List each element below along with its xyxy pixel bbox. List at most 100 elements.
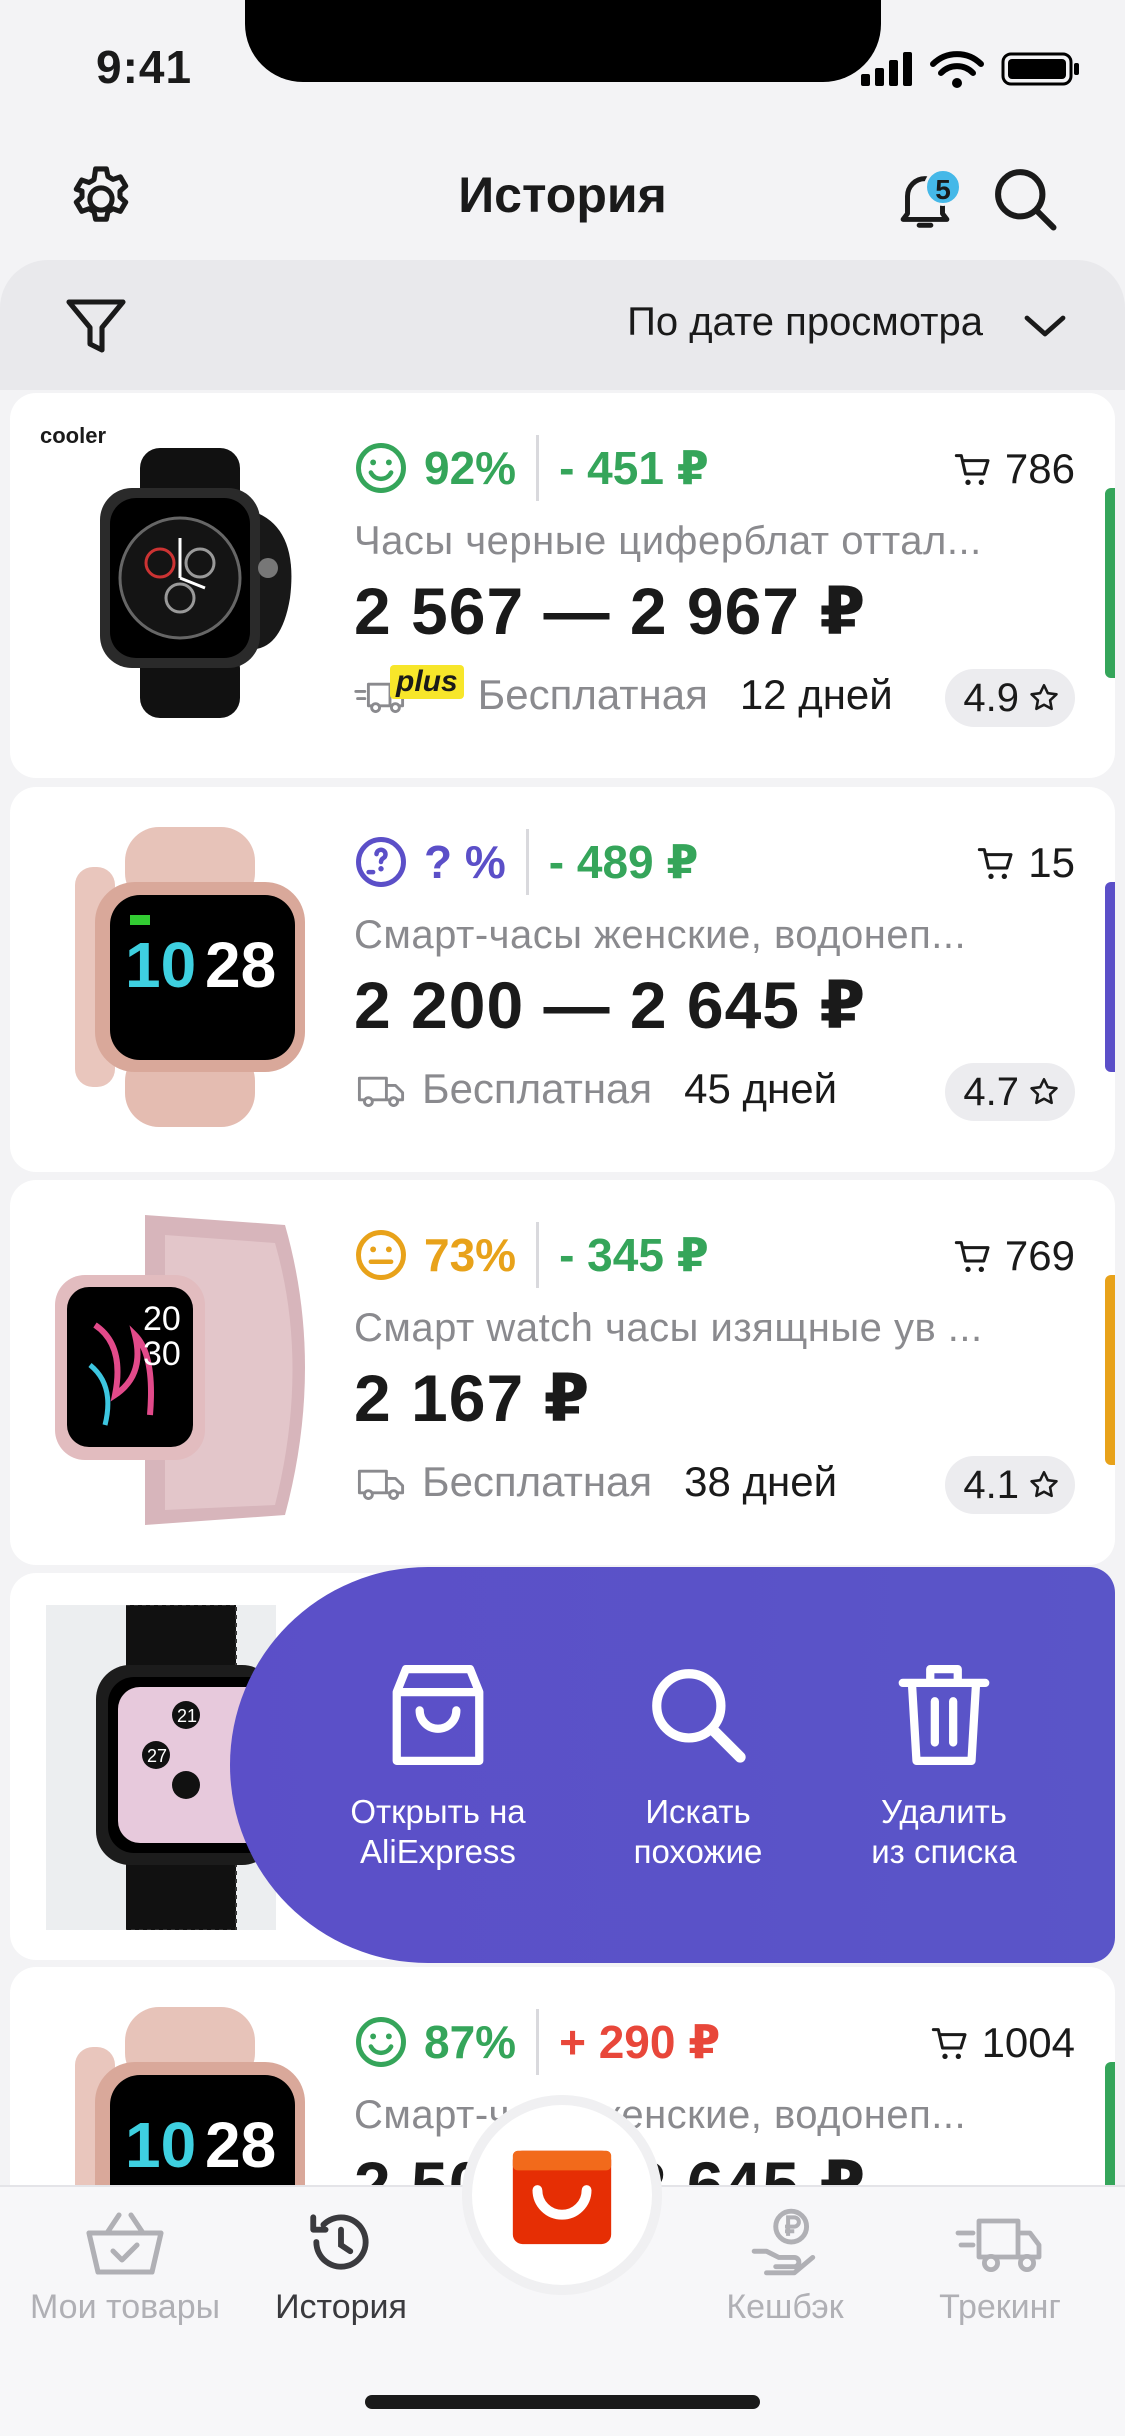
orders-count: 786 xyxy=(953,445,1075,493)
shipping-label: Бесплатная xyxy=(477,671,708,718)
label-line: из списка xyxy=(871,1833,1017,1870)
orders-value: 15 xyxy=(1028,839,1075,886)
unknown-face-icon xyxy=(356,837,406,887)
image-brand-label: cooler xyxy=(40,423,107,448)
product-image: 20 30 xyxy=(40,1210,340,1530)
divider xyxy=(536,2009,540,2075)
product-card[interactable]: cooler 92% - 451 ₽ 786 Часы черные цифер… xyxy=(10,393,1115,778)
search-similar-label: Искать похожие xyxy=(588,1792,808,1872)
orders-count: 15 xyxy=(976,839,1075,887)
aliexpress-bag-icon xyxy=(512,2150,612,2245)
metrics-row: 92% - 451 ₽ 786 xyxy=(354,433,1075,503)
status-icons xyxy=(861,48,1081,88)
plus-badge: plus xyxy=(390,665,464,699)
price-change: - 451 ₽ xyxy=(559,442,709,494)
product-card[interactable]: 20 30 73% - 345 ₽ 769 Смарт watch часы и… xyxy=(10,1180,1115,1565)
delete-from-list-label: Удалить из списка xyxy=(834,1792,1054,1872)
store-rating: 4.9 xyxy=(945,669,1075,727)
shipping-row: Бесплатная 45 дней 4.7 xyxy=(354,1057,1075,1121)
product-price: 2 167 ₽ xyxy=(354,1361,591,1435)
notch xyxy=(245,0,881,82)
watch-hour-text: 20 xyxy=(143,1300,181,1338)
seller-rating-percent: ? % xyxy=(424,836,506,888)
seller-rating-percent: 87% xyxy=(424,2016,517,2068)
mesh-strap-watch-image: 20 30 xyxy=(55,1215,305,1525)
nav-history[interactable]: История xyxy=(236,2205,446,2327)
nav-label: Кешбэк xyxy=(726,2288,844,2326)
metrics-row: 73% - 345 ₽ 769 xyxy=(354,1220,1075,1290)
nav-tracking[interactable]: Трекинг xyxy=(895,2205,1105,2327)
orders-count: 769 xyxy=(953,1232,1075,1280)
price-change: + 290 ₽ xyxy=(559,2016,721,2068)
open-on-aliexpress-label: Открыть на AliExpress xyxy=(328,1792,548,1872)
nav-my-products[interactable]: Мои товары xyxy=(20,2205,230,2327)
notifications-button[interactable]: 5 xyxy=(880,154,970,244)
delete-from-list-button[interactable]: Удалить из списка xyxy=(834,1655,1054,1872)
shopping-bag-icon xyxy=(392,1665,484,1765)
product-info: 92% - 451 ₽ 786 Часы черные циферблат от… xyxy=(354,433,1075,753)
app-screen: 9:41 История 5 По дате просмотра cooler … xyxy=(0,0,1125,2436)
orders-value: 769 xyxy=(1004,1232,1075,1279)
status-accent-bar xyxy=(1105,1275,1115,1465)
orders-count: 1004 xyxy=(930,2019,1075,2067)
store-rating: 4.1 xyxy=(945,1456,1075,1514)
nav-label: Трекинг xyxy=(939,2288,1061,2326)
watch-hour-text: 10 xyxy=(125,929,196,1001)
status-accent-bar xyxy=(1105,488,1115,678)
label-line: Искать xyxy=(645,1793,751,1830)
delivery-truck-icon xyxy=(357,1076,405,1107)
nav-label: История xyxy=(275,2288,407,2326)
delivery-days: 12 дней xyxy=(739,671,893,718)
seller-rating-percent: 92% xyxy=(424,442,517,494)
seller-rating-percent: 73% xyxy=(424,1229,517,1281)
truck-icon xyxy=(955,2218,1042,2272)
product-info: 73% - 345 ₽ 769 Смарт watch часы изящные… xyxy=(354,1220,1075,1540)
orders-value: 1004 xyxy=(981,2019,1075,2066)
aliexpress-center-button[interactable] xyxy=(472,2105,652,2285)
sort-dropdown-toggle[interactable] xyxy=(1021,306,1069,351)
signal-wifi-battery-icon xyxy=(861,51,1079,88)
watch-dial-left-text: 27 xyxy=(147,1746,167,1766)
product-card[interactable]: 10 28 ? % - 489 ₽ 15 Смарт-часы женские,… xyxy=(10,787,1115,1172)
shipping-label: Бесплатная xyxy=(422,1458,653,1505)
chevron-down-icon xyxy=(1024,315,1066,337)
nav-cashback[interactable]: Кешбэк xyxy=(680,2205,890,2327)
basket-icon xyxy=(86,2212,164,2275)
open-on-aliexpress-button[interactable]: Открыть на AliExpress xyxy=(328,1655,548,1872)
status-time: 9:41 xyxy=(96,41,193,93)
watch-minute-text: 30 xyxy=(143,1335,181,1373)
swipe-actions-panel: Открыть на AliExpress Искать похожие Уда… xyxy=(230,1567,1115,1963)
store-rating-value: 4.7 xyxy=(963,1069,1019,1114)
watch-minute-text: 28 xyxy=(205,2109,276,2181)
top-bar: История 5 xyxy=(0,140,1125,260)
product-title: Часы черные циферблат оттал... xyxy=(354,519,982,563)
smile-face-icon xyxy=(356,443,406,493)
cart-icon xyxy=(954,454,990,485)
orders-value: 786 xyxy=(1004,445,1075,492)
filter-button[interactable] xyxy=(60,290,132,367)
product-image: 10 28 xyxy=(40,817,340,1137)
product-info: ? % - 489 ₽ 15 Смарт-часы женские, водон… xyxy=(354,827,1075,1147)
sort-dropdown[interactable]: По дате просмотра xyxy=(627,300,983,345)
search-similar-button[interactable]: Искать похожие xyxy=(588,1655,808,1872)
divider xyxy=(536,435,540,501)
search-button[interactable] xyxy=(980,154,1070,244)
shipping-row: plus Бесплатная 12 дней 4.9 xyxy=(354,663,1075,727)
product-price: 2 567 — 2 967 ₽ xyxy=(354,574,867,648)
star-icon xyxy=(1030,683,1058,711)
product-image: cooler xyxy=(40,423,340,743)
trash-icon xyxy=(898,1665,990,1765)
store-rating-value: 4.1 xyxy=(963,1462,1019,1507)
price-change: - 489 ₽ xyxy=(548,836,699,888)
nav-label: Мои товары xyxy=(29,2288,221,2326)
search-icon xyxy=(995,169,1057,231)
status-accent-bar xyxy=(1105,882,1115,1072)
cart-icon xyxy=(931,2028,967,2059)
price-change: - 345 ₽ xyxy=(559,1229,709,1281)
cart-icon xyxy=(954,1241,990,1272)
search-icon xyxy=(652,1669,746,1763)
watch-dial-top-text: 21 xyxy=(177,1706,197,1726)
star-icon xyxy=(1030,1470,1058,1498)
smile-face-icon xyxy=(356,2017,406,2067)
cashback-icon xyxy=(751,2208,816,2276)
